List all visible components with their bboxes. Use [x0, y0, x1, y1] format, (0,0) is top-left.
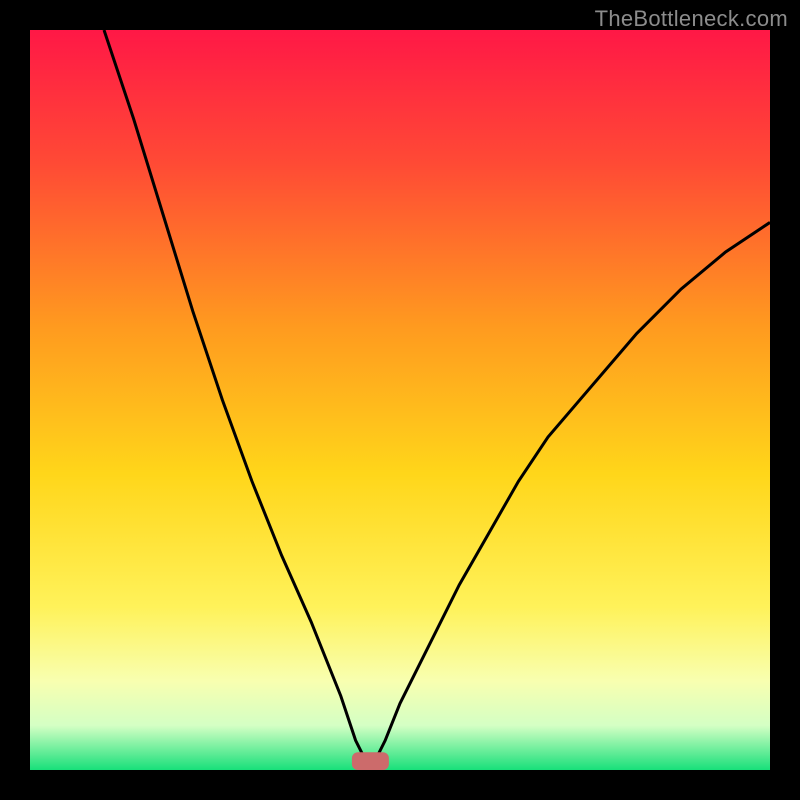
- optimum-marker: [352, 752, 389, 770]
- attribution-label: TheBottleneck.com: [595, 6, 788, 32]
- bottleneck-chart: [30, 30, 770, 770]
- chart-frame: TheBottleneck.com: [0, 0, 800, 800]
